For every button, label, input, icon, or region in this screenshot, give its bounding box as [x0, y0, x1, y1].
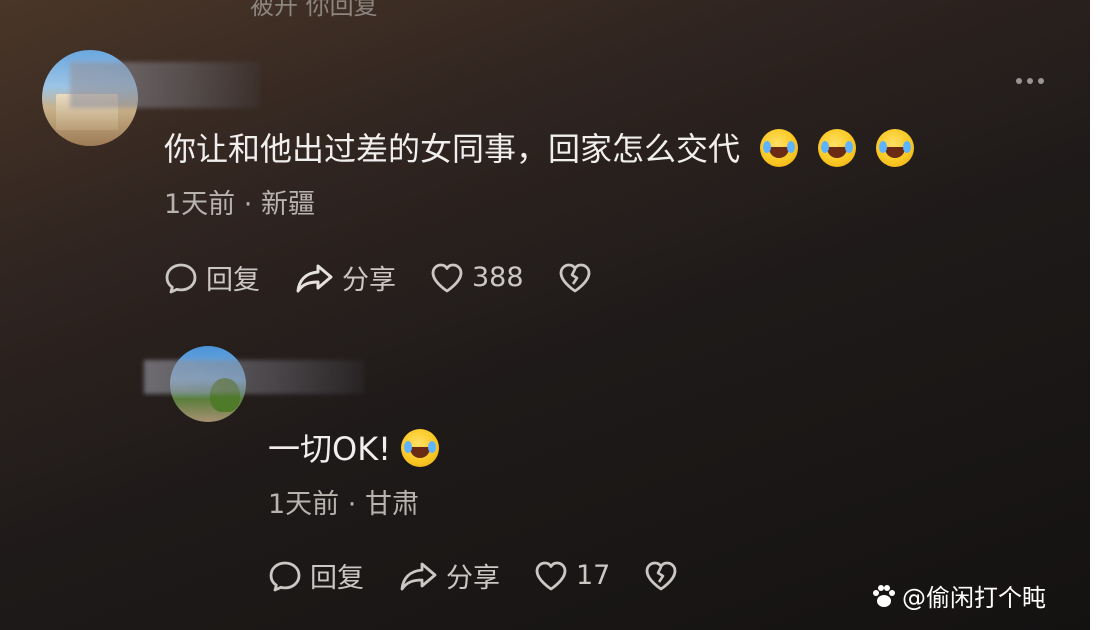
laughing-tears-emoji-icon	[401, 429, 440, 467]
more-options-icon[interactable]	[1016, 78, 1044, 84]
watermark-text: @偷闲打个盹	[902, 584, 1046, 612]
heart-icon	[535, 561, 567, 590]
broken-heart-icon	[645, 561, 677, 590]
comment-time: 1天前	[164, 189, 236, 220]
share-button[interactable]: 分享	[398, 556, 500, 595]
like-count: 17	[576, 560, 611, 591]
comment-action-bar: 回复 分享 17	[268, 556, 712, 595]
reply-label: 回复	[310, 563, 364, 594]
reply-button[interactable]: 回复	[164, 258, 260, 297]
comment-time: 1天前	[268, 489, 340, 520]
comment-action-bar: 回复 分享 388	[164, 258, 626, 297]
reply-button[interactable]: 回复	[268, 556, 364, 595]
like-button[interactable]: 17	[534, 560, 610, 592]
comment-meta: 1天前 · 甘肃	[268, 482, 419, 521]
heart-icon	[431, 263, 463, 292]
dislike-button[interactable]	[644, 560, 678, 592]
comment-text: 你让和他出过差的女同事，回家怎么交代	[164, 124, 915, 170]
meta-separator: ·	[347, 489, 357, 520]
laughing-tears-emoji-icon	[876, 129, 915, 167]
dislike-button[interactable]	[558, 262, 592, 294]
share-label: 分享	[446, 563, 500, 594]
reply-label: 回复	[206, 265, 260, 296]
like-button[interactable]: 388	[430, 262, 524, 294]
username-blurred[interactable]	[144, 360, 364, 394]
broken-heart-icon	[559, 263, 590, 292]
comment-location: 新疆	[260, 189, 315, 220]
username-blurred[interactable]	[70, 62, 260, 108]
share-arrow-icon	[400, 562, 437, 590]
comment-text: 一切OK!	[268, 424, 440, 470]
share-arrow-icon	[296, 264, 333, 292]
paw-icon	[873, 584, 895, 607]
reply-bubble-icon	[165, 263, 197, 293]
share-label: 分享	[342, 265, 396, 296]
laughing-tears-emoji-icon	[818, 129, 857, 167]
like-count: 388	[472, 262, 524, 293]
laughing-tears-emoji-icon	[760, 129, 799, 167]
previous-comment-clipped-text: 被开 你回复	[250, 0, 378, 20]
right-edge-strip	[1090, 0, 1100, 630]
comment-location: 甘肃	[364, 489, 419, 520]
watermark: @偷闲打个盹	[870, 578, 1046, 613]
share-button[interactable]: 分享	[294, 258, 396, 297]
meta-separator: ·	[243, 189, 253, 220]
reply-bubble-icon	[269, 561, 301, 591]
comment-meta: 1天前 · 新疆	[164, 182, 315, 221]
